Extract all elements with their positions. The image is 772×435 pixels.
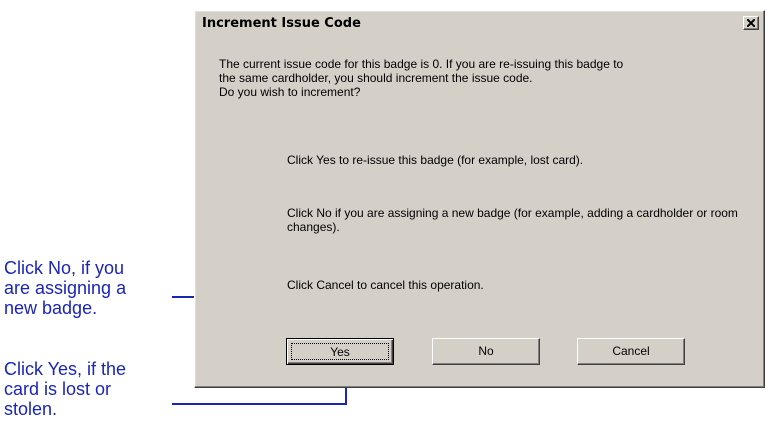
dialog-message: The current issue code for this badge is… [219, 57, 759, 99]
dialog-title: Increment Issue Code [202, 16, 361, 31]
yes-hint-text: Click Yes to re-issue this badge (for ex… [287, 153, 584, 167]
callout-line: stolen. [4, 399, 58, 419]
close-button[interactable] [743, 16, 759, 30]
cancel-hint-text: Click Cancel to cancel this operation. [287, 278, 484, 292]
callout-yes-annotation: Click Yes, if the card is lost or stolen… [4, 359, 126, 419]
dialog-titlebar[interactable]: Increment Issue Code [198, 14, 761, 36]
message-line: the same cardholder, you should incremen… [219, 71, 533, 85]
increment-issue-code-dialog: Increment Issue Code The current issue c… [194, 10, 765, 388]
message-line: Do you wish to increment? [219, 85, 361, 99]
callout-line: are assigning a [4, 278, 127, 298]
no-hint-text: Click No if you are assigning a new badg… [287, 206, 738, 234]
close-x-icon [747, 19, 755, 27]
callout-no-annotation: Click No, if you are assigning a new bad… [4, 258, 126, 318]
yes-button-label: Yes [291, 343, 389, 360]
cancel-button[interactable]: Cancel [577, 338, 685, 365]
callout-line: Click Yes, if the [4, 359, 127, 379]
callout-line: Click No, if you [4, 258, 125, 278]
no-button[interactable]: No [432, 338, 540, 365]
yes-button[interactable]: Yes [286, 338, 394, 365]
message-line: The current issue code for this badge is… [219, 57, 624, 71]
callout-line: new badge. [4, 298, 98, 318]
callout-line: card is lost or [4, 379, 112, 399]
